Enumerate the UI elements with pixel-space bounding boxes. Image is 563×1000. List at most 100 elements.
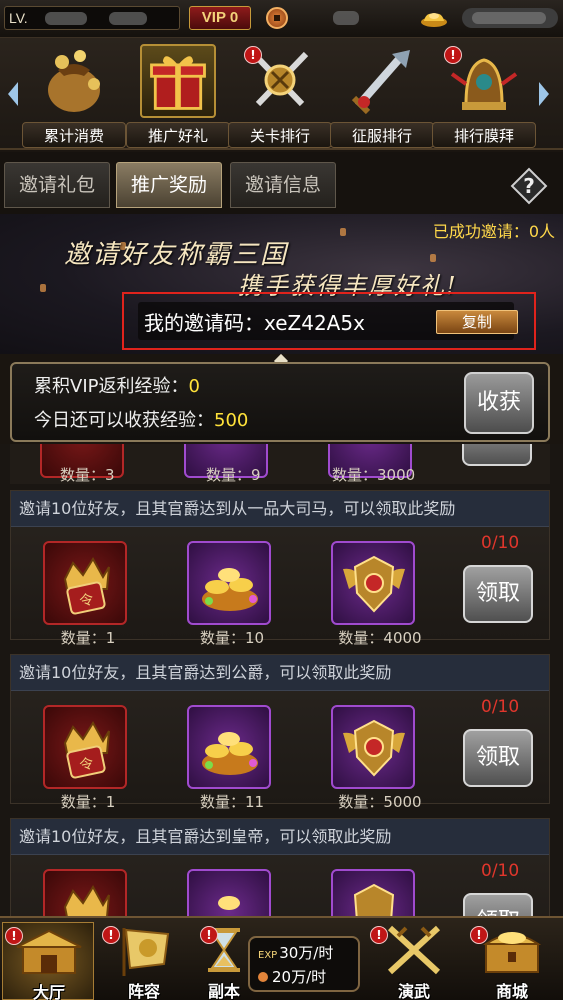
crown-token-icon: 令 [63,721,110,779]
invite-banner: 已成功邀请：0人 邀请好友称霸三国 携手获得丰厚好礼! 我的邀请码：xeZ42A… [0,214,563,354]
bottom-nav: 大厅 ! 阵容 ! 副本 ! EXP 30万/时 20万/时 演武 ! 商城 ! [0,916,563,1000]
nav-shop[interactable]: 商城 ! [466,922,558,1000]
vip-badge[interactable]: VIP 0 [189,6,251,30]
reward-item[interactable]: 令 [43,705,127,789]
exp-rate-display: EXP 30万/时 20万/时 [248,936,360,992]
activity-label: 关卡排行 [228,122,332,148]
lantern-decoration [40,284,46,292]
sword-icon [351,50,410,115]
nav-dungeon[interactable]: 副本 ! [196,922,252,1000]
reward-qty: 数量：3000 [332,466,416,484]
activity-ranking-worship[interactable]: 排行膜拜 ! [432,44,536,148]
reward-qty: 数量：9 [206,466,261,484]
reward-item[interactable] [331,705,415,789]
reward-qty: 数量：1 [60,629,116,647]
reward-qty: 数量：3 [60,466,115,484]
claim-button[interactable]: 领取 [463,893,533,916]
reward-item[interactable] [331,869,415,916]
reward-qty: 数量：10 [199,629,265,647]
activity-stage-ranking[interactable]: 关卡排行 ! [228,44,332,148]
activity-label: 排行膜拜 [432,122,536,148]
nav-lineup[interactable]: 阵容 ! [98,922,190,1000]
reward-qty: 数量：1 [60,793,116,811]
scroll-right-arrow-icon[interactable] [537,80,551,108]
reward-item[interactable]: 令 [43,541,127,625]
reward-qty: 数量：11 [199,793,265,811]
vip-exp-panel: 累积VIP返利经验：0 今日还可以收获经验：500 收获 [10,362,550,442]
reward-condition: 邀请10位好友，且其官爵达到皇帝，可以领取此奖励 [11,819,549,855]
nav-hall[interactable]: 大厅 ! [2,922,94,1000]
reward-progress: 0/10 [481,861,520,881]
tab-promotion-reward[interactable]: 推广奖励 [116,162,222,208]
claim-button[interactable]: 领取 [463,565,533,623]
reward-condition: 邀请10位好友，且其官爵达到从一品大司马，可以领取此奖励 [11,491,549,527]
crown-token-icon [63,885,110,916]
claim-button[interactable] [462,444,532,466]
money-bag-icon [48,50,100,112]
reward-qty: 数量：4000 [338,629,422,647]
level-display: LV. [4,6,180,30]
reward-card-partial: 数量：3 数量：9 数量：3000 [10,444,550,484]
alert-badge-icon: ! [444,46,462,64]
alert-badge-icon: ! [5,927,23,945]
tab-bar: 邀请礼包 推广奖励 邀请信息 ? [0,152,563,214]
blurred-gold-value [462,8,558,28]
golden-shield-emblem-icon [343,719,405,777]
palace-icon [16,929,82,974]
reward-card: 邀请10位好友，且其官爵达到皇帝，可以领取此奖励 0/10 领取 [10,818,550,916]
gold-treasure-icon [202,732,258,775]
reward-item[interactable] [187,869,271,916]
coin-rate: 20万/时 [272,968,327,986]
reward-item[interactable] [331,541,415,625]
nav-label: 阵容 [127,982,160,1000]
nav-label: 副本 [207,982,240,1000]
invite-code-text: 我的邀请码：xeZ42A5x [144,311,365,335]
nav-martial[interactable]: 演武 ! [368,922,460,1000]
copper-coin-icon [266,7,288,29]
reward-qty: 数量：5000 [338,793,422,811]
vip-exp-label: 累积VIP返利经验： [34,376,189,397]
gold-ingot-icon [421,13,447,27]
harvest-button[interactable]: 收获 [464,372,534,434]
alert-badge-icon: ! [102,926,120,944]
claim-button[interactable]: 领取 [463,729,533,787]
reward-progress: 0/10 [481,697,520,717]
reward-list[interactable]: 数量：3 数量：9 数量：3000 邀请10位好友，且其官爵达到从一品大司马，可… [0,444,563,916]
alert-badge-icon: ! [200,926,218,944]
tab-invite-gift[interactable]: 邀请礼包 [4,162,110,208]
tab-invite-info[interactable]: 邀请信息 [230,162,336,208]
nav-label: 大厅 [32,983,65,1000]
exp-rate: 30万/时 [279,944,334,962]
alert-badge-icon: ! [470,926,488,944]
vip-exp-value: 0 [188,376,200,397]
activity-label: 推广好礼 [126,122,230,148]
crossed-swords-icon [387,925,441,975]
invited-count: 已成功邀请：0人 [432,222,555,241]
nav-label: 商城 [495,982,528,1000]
level-label: LV. [9,10,28,26]
activity-cumulative-spend[interactable]: 累计消费 [22,44,126,148]
activity-conquest-ranking[interactable]: 征服排行 [330,44,434,148]
activity-strip: 累计消费 推广好礼 关卡排行 ! 征服排行 排行膜拜 ! [0,38,563,150]
blurred-level-value [45,12,87,25]
golden-shield-emblem-icon [353,883,395,916]
today-exp-row: 今日还可以收获经验：500 [34,406,248,432]
reward-progress: 0/10 [481,533,520,553]
svg-text:?: ? [523,174,535,198]
reward-item[interactable] [187,705,271,789]
scroll-left-arrow-icon[interactable] [6,80,20,108]
blurred-coin-value [333,11,359,25]
invite-code-field: 我的邀请码：xeZ42A5x 复制 [138,302,518,340]
reward-item[interactable] [187,541,271,625]
reward-item[interactable] [43,869,127,916]
reward-card: 邀请10位好友，且其官爵达到公爵，可以领取此奖励 令 数量：1 数量：11 数量… [10,654,550,811]
golden-shield-emblem-icon [343,555,405,613]
help-icon[interactable]: ? [509,166,549,206]
lantern-decoration [430,254,436,262]
copy-button[interactable]: 复制 [436,310,518,334]
coin-icon [258,972,268,982]
top-status-bar: LV. VIP 0 [0,0,563,38]
gift-box-icon [140,44,216,118]
vip-exp-row: 累积VIP返利经验：0 [34,372,200,398]
activity-promotion-gift[interactable]: 推广好礼 [126,44,230,148]
